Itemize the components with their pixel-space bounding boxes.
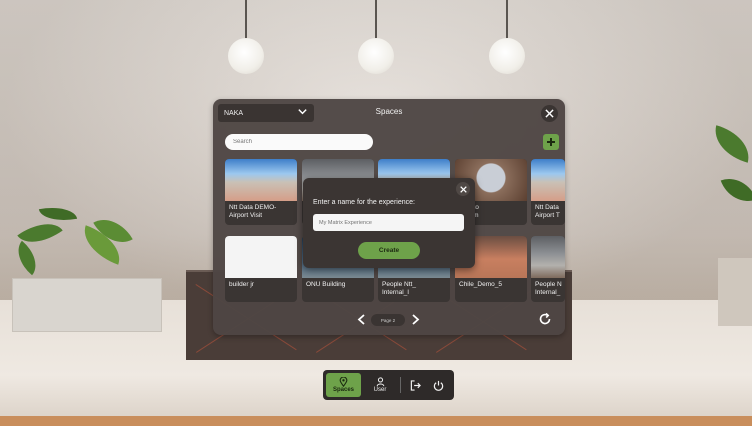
space-thumbnail	[531, 236, 565, 278]
pendant-lamp	[358, 38, 394, 74]
dock-spaces-label: Spaces	[332, 387, 354, 393]
panel-title: Spaces	[375, 107, 403, 116]
location-pin-icon	[339, 377, 348, 387]
space-card[interactable]: People N Internal_	[531, 236, 565, 302]
name-experience-dialog: Enter a name for the experience: Create	[303, 178, 475, 268]
close-panel-button[interactable]	[541, 105, 558, 122]
refresh-button[interactable]	[536, 310, 553, 327]
user-icon	[376, 377, 384, 387]
search-input[interactable]	[225, 134, 373, 150]
chevron-left-icon	[357, 313, 365, 325]
plus-icon	[547, 138, 555, 146]
exit-icon	[410, 379, 421, 391]
lamp-cord	[375, 0, 377, 40]
close-icon	[459, 185, 467, 193]
dock-divider	[400, 377, 401, 393]
space-card-label: People Ntt_ Internal_I	[382, 281, 416, 296]
space-thumbnail	[225, 159, 297, 201]
create-button[interactable]: Create	[358, 242, 420, 259]
dock-user-button[interactable]: User	[365, 373, 395, 397]
space-thumbnail	[531, 159, 565, 201]
exit-button[interactable]	[405, 373, 425, 397]
space-card-label: ONU Building	[306, 281, 346, 288]
space-card[interactable]: builder jr	[225, 236, 297, 302]
dock-spaces-button[interactable]: Spaces	[326, 373, 361, 397]
space-card[interactable]: Ntt Data DEMO- Airport Visit	[225, 159, 297, 225]
space-card-label: builder jr	[229, 281, 254, 288]
experience-name-input[interactable]	[313, 214, 464, 231]
planter-right	[718, 258, 752, 326]
chevron-right-icon	[411, 313, 419, 325]
previous-page-button[interactable]	[354, 312, 368, 326]
planter-left	[12, 278, 162, 332]
bottom-dock: Spaces User	[323, 370, 454, 400]
space-card-label: Chile_Demo_5	[459, 281, 502, 288]
close-dialog-button[interactable]	[456, 182, 470, 196]
dock-user-label: User	[373, 387, 387, 393]
space-card-label: People N Internal_	[535, 281, 562, 296]
power-icon	[433, 380, 443, 391]
dialog-title: Enter a name for the experience:	[313, 199, 415, 206]
pendant-lamp	[228, 38, 264, 74]
space-card-label: Ntt Data Airport T	[535, 204, 560, 219]
floor-trim	[0, 416, 752, 426]
close-icon	[545, 109, 554, 118]
lamp-cord	[245, 0, 247, 40]
space-card[interactable]: Ntt Data Airport T	[531, 159, 565, 225]
pendant-lamp	[489, 38, 525, 74]
add-space-button[interactable]	[543, 134, 559, 150]
space-thumbnail	[225, 236, 297, 278]
space-card-label: Ntt Data DEMO- Airport Visit	[229, 204, 277, 219]
next-page-button[interactable]	[408, 312, 422, 326]
refresh-icon	[539, 312, 550, 324]
lamp-cord	[506, 0, 508, 40]
power-button[interactable]	[428, 373, 448, 397]
page-indicator: Page 2	[371, 314, 405, 326]
